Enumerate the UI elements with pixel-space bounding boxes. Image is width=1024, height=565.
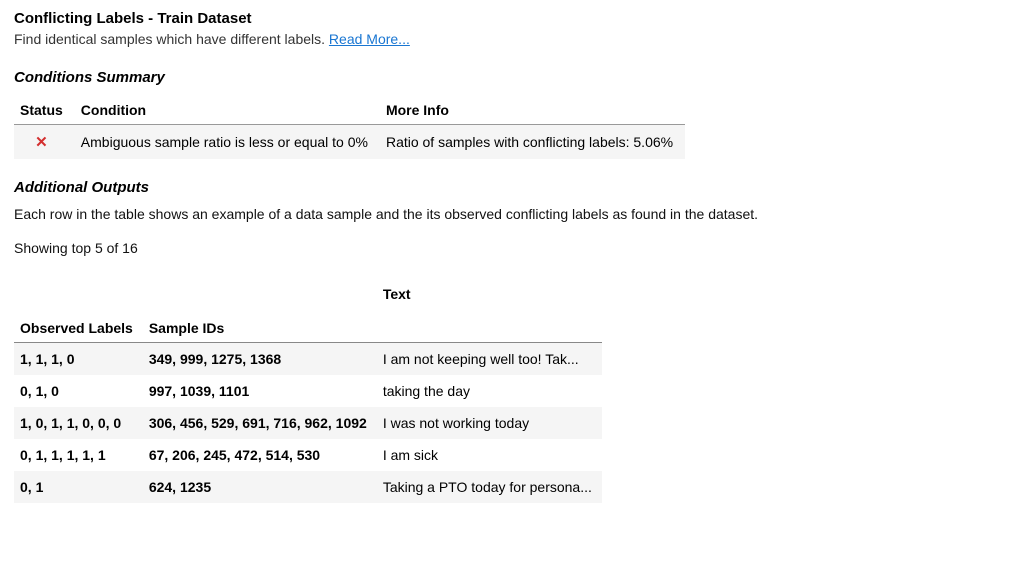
labels-cell: 0, 1 [14,471,143,503]
table-row: 1, 0, 1, 1, 0, 0, 0 306, 456, 529, 691, … [14,407,602,439]
ids-cell: 349, 999, 1275, 1368 [143,343,377,376]
outputs-description: Each row in the table shows an example o… [14,206,1010,222]
labels-cell: 0, 1, 0 [14,375,143,407]
condition-cell: Ambiguous sample ratio is less or equal … [75,125,380,160]
outputs-heading: Additional Outputs [14,179,1010,196]
conditions-table: Status Condition More Info ✕ Ambiguous s… [14,96,685,159]
table-row: 1, 1, 1, 0 349, 999, 1275, 1368 I am not… [14,343,602,376]
col-condition: Condition [75,96,380,125]
subtitle-text: Find identical samples which have differ… [14,31,329,47]
labels-cell: 0, 1, 1, 1, 1, 1 [14,439,143,471]
text-cell: taking the day [377,375,602,407]
text-cell: I was not working today [377,407,602,439]
conditions-heading: Conditions Summary [14,69,1010,86]
more-info-cell: Ratio of samples with conflicting labels… [380,125,685,160]
ids-cell: 624, 1235 [143,471,377,503]
ids-cell: 997, 1039, 1101 [143,375,377,407]
page-title: Conflicting Labels - Train Dataset [14,10,1010,27]
col-text-top: Text [377,280,602,314]
table-row: 0, 1, 1, 1, 1, 1 67, 206, 245, 472, 514,… [14,439,602,471]
fail-icon: ✕ [14,125,75,160]
samples-table: Text Observed Labels Sample IDs 1, 1, 1,… [14,280,602,503]
text-cell: I am not keeping well too! Tak... [377,343,602,376]
table-row: 0, 1, 0 997, 1039, 1101 taking the day [14,375,602,407]
text-cell: I am sick [377,439,602,471]
ids-cell: 306, 456, 529, 691, 716, 962, 1092 [143,407,377,439]
labels-cell: 1, 0, 1, 1, 0, 0, 0 [14,407,143,439]
text-cell: Taking a PTO today for persona... [377,471,602,503]
col-status: Status [14,96,75,125]
ids-cell: 67, 206, 245, 472, 514, 530 [143,439,377,471]
col-observed-labels: Observed Labels [14,314,143,343]
col-text [377,314,602,343]
table-row: ✕ Ambiguous sample ratio is less or equa… [14,125,685,160]
labels-cell: 1, 1, 1, 0 [14,343,143,376]
read-more-link[interactable]: Read More... [329,31,410,47]
col-more-info: More Info [380,96,685,125]
col-sample-ids: Sample IDs [143,314,377,343]
showing-count: Showing top 5 of 16 [14,240,1010,256]
table-row: 0, 1 624, 1235 Taking a PTO today for pe… [14,471,602,503]
page-subtitle: Find identical samples which have differ… [14,31,1010,47]
